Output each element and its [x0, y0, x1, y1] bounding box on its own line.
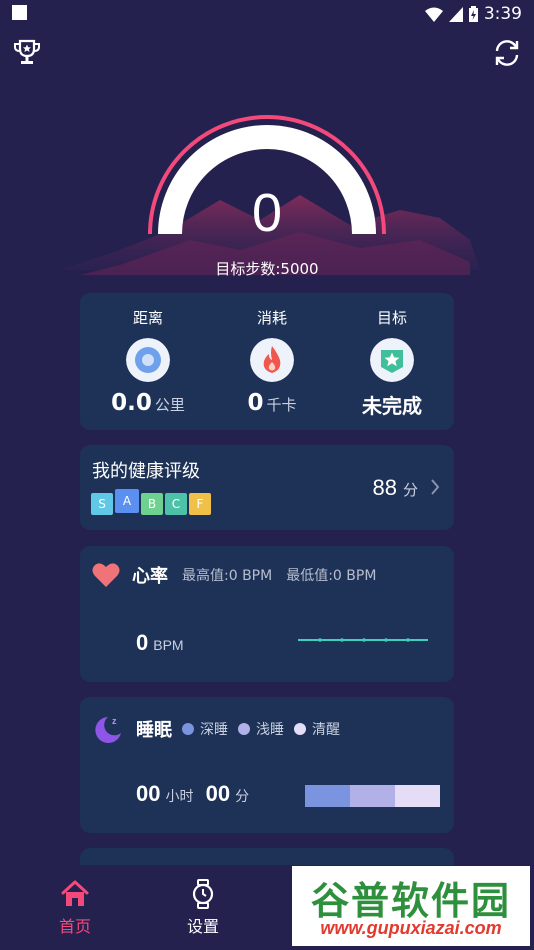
health-score-unit: 分 [402, 482, 418, 499]
tab-home[interactable]: 首页 [30, 879, 120, 937]
heart-icon [92, 563, 120, 587]
sleep-card[interactable]: z 睡眠 深睡 浅睡 清醒 00 小时 00 分 [80, 697, 454, 833]
battery-icon [468, 6, 478, 22]
sleep-stage-bar [305, 785, 440, 807]
grade-c: C [165, 493, 187, 515]
watermark-title: 谷普软件园 [310, 879, 511, 923]
heart-rate-title: 心率 [132, 566, 168, 587]
health-score: 88 分 [373, 475, 419, 501]
distance-icon [126, 338, 170, 382]
moon-icon: z [95, 716, 121, 743]
grade-a-current: A [115, 489, 139, 513]
legend-light-dot [238, 723, 250, 735]
legend-awake-label: 清醒 [312, 722, 340, 738]
target-steps-label: 目标步数:5000 [215, 260, 319, 278]
home-icon [61, 880, 89, 906]
goal-star-icon [370, 338, 414, 382]
sleep-title: 睡眠 [136, 720, 172, 741]
sleep-minutes: 00 [205, 781, 231, 806]
calories-value-row: 0 千卡 [210, 390, 334, 416]
wifi-icon [424, 7, 443, 22]
status-time: 3:39 [483, 4, 522, 24]
heart-rate-header: 心率 最高值:0 BPM 最低值:0 BPM [92, 562, 376, 588]
calories-stat: 消耗 0 千卡 [210, 307, 334, 416]
watch-icon [192, 879, 214, 909]
signal-icon [448, 6, 463, 22]
goal-stat: 目标 未完成 [330, 307, 454, 419]
grade-b: B [141, 493, 163, 515]
legend-light-sleep: 浅睡 [238, 719, 284, 739]
legend-deep-sleep: 深睡 [182, 719, 228, 739]
sleep-hours-unit: 小时 [165, 788, 194, 804]
tab-settings-label: 设置 [186, 917, 219, 936]
grade-f: F [189, 493, 211, 515]
heart-rate-sparkline [298, 638, 428, 642]
calories-value: 0 [247, 390, 264, 416]
legend-deep-label: 深睡 [200, 722, 228, 738]
calories-label: 消耗 [256, 309, 287, 327]
heart-rate-max: 最高值:0 BPM [182, 568, 273, 584]
tab-home-label: 首页 [58, 917, 91, 936]
sleep-duration: 00 小时 00 分 [136, 781, 249, 807]
distance-label: 距离 [132, 309, 163, 327]
steps-value: 0 [251, 183, 283, 243]
sleep-bar-light [350, 785, 395, 807]
distance-value-row: 0.0 公里 [86, 390, 210, 416]
notification-square-icon [12, 4, 27, 24]
goal-value: 未完成 [362, 394, 422, 418]
status-bar: 3:39 [0, 0, 534, 28]
distance-unit: 公里 [154, 396, 185, 414]
activity-summary-card: 距离 0.0 公里 消耗 0 千卡 目标 未完成 [80, 293, 454, 430]
chevron-right-icon[interactable] [430, 478, 440, 496]
legend-awake: 清醒 [294, 719, 340, 739]
flame-icon [250, 338, 294, 382]
heart-rate-card[interactable]: 心率 最高值:0 BPM 最低值:0 BPM 0 BPM [80, 546, 454, 682]
sleep-minutes-unit: 分 [235, 788, 250, 804]
calories-unit: 千卡 [266, 396, 297, 414]
sync-icon[interactable] [492, 38, 522, 68]
goal-label: 目标 [376, 309, 407, 327]
grade-s: S [91, 493, 113, 515]
legend-deep-dot [182, 723, 194, 735]
legend-light-label: 浅睡 [256, 722, 284, 738]
health-rating-card[interactable]: 我的健康评级 S A B C F 88 分 [80, 445, 454, 530]
health-score-value: 88 [372, 475, 397, 500]
grade-scale: S A B C F [91, 489, 211, 515]
legend-awake-dot [294, 723, 306, 735]
tab-settings[interactable]: 设置 [158, 879, 248, 937]
health-rating-title: 我的健康评级 [92, 461, 200, 482]
site-watermark: 谷普软件园 www.gupuxiazai.com [292, 866, 530, 946]
heart-rate-unit: BPM [153, 637, 184, 653]
svg-text:z: z [112, 716, 117, 726]
heart-rate-value-row: 0 BPM [136, 630, 184, 656]
sleep-bar-deep [305, 785, 350, 807]
sleep-bar-awake [395, 785, 440, 807]
sleep-header: z 睡眠 深睡 浅睡 清醒 [92, 713, 340, 745]
heart-rate-min: 最低值:0 BPM [286, 568, 377, 584]
sleep-hours: 00 [136, 781, 161, 806]
distance-value: 0.0 [111, 390, 152, 416]
trophy-icon[interactable] [12, 38, 42, 68]
step-gauge: 0 目标步数:5000 [0, 100, 534, 290]
watermark-url: www.gupuxiazai.com [320, 918, 502, 938]
heart-rate-value: 0 [136, 630, 149, 655]
distance-stat: 距离 0.0 公里 [86, 307, 210, 416]
